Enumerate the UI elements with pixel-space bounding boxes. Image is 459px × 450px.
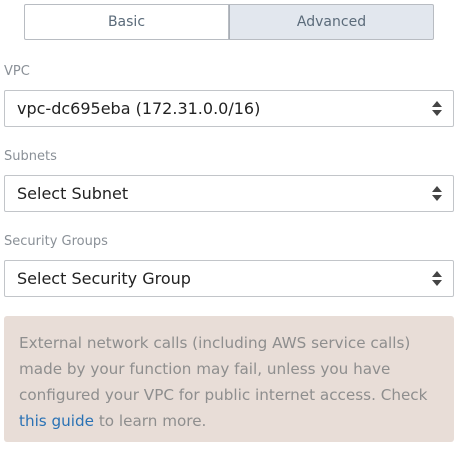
vpc-select[interactable]: vpc-dc695eba (172.31.0.0/16) (4, 90, 454, 127)
tab-basic[interactable]: Basic (24, 4, 229, 40)
sort-arrows-icon (425, 90, 453, 127)
vpc-label: VPC (4, 64, 30, 79)
notice-text-end: to learn more. (94, 412, 207, 430)
sort-arrows-icon (425, 175, 453, 212)
vpc-select-value: vpc-dc695eba (172.31.0.0/16) (17, 99, 261, 118)
notice-text: External network calls (including AWS se… (19, 334, 428, 404)
tab-advanced[interactable]: Advanced (229, 4, 434, 40)
guide-link[interactable]: this guide (19, 412, 94, 430)
security-groups-select-value: Select Security Group (17, 269, 191, 288)
security-groups-select[interactable]: Select Security Group (4, 260, 454, 297)
subnets-select-value: Select Subnet (17, 184, 129, 203)
subnets-label: Subnets (4, 149, 57, 164)
mode-tabs: Basic Advanced (24, 4, 434, 40)
vpc-settings-panel: Basic Advanced VPC vpc-dc695eba (172.31.… (0, 0, 459, 450)
sort-arrows-icon (425, 260, 453, 297)
network-access-notice: External network calls (including AWS se… (4, 316, 454, 442)
subnets-select[interactable]: Select Subnet (4, 175, 454, 212)
security-groups-label: Security Groups (4, 234, 108, 249)
